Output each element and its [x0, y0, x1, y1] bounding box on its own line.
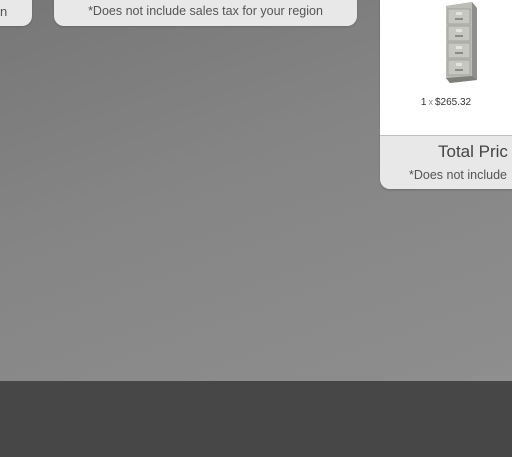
product-quantity: 1: [420, 97, 427, 108]
bottom-toolbar: [0, 381, 512, 457]
cart-card-right[interactable]: 1 x $265.32 Total Pric *Does not include: [380, 0, 512, 189]
file-cabinet-icon: [446, 2, 477, 83]
product-price: $265.32: [434, 97, 472, 108]
product-quantity-price: 1 x $265.32: [380, 97, 512, 108]
total-tax-note: *Does not include: [409, 168, 507, 182]
card-total-footer: Total Pric *Does not include: [380, 136, 512, 189]
cart-card-left: n: [0, 0, 32, 26]
total-price-label: Total Pric: [438, 142, 508, 161]
cart-carousel-area: n *Does not include sales tax for your r…: [0, 0, 512, 381]
product-area: 1 x $265.32: [380, 0, 512, 136]
card-left-text-fragment: n: [0, 4, 8, 19]
sales-tax-note: *Does not include sales tax for your reg…: [88, 4, 323, 18]
times-symbol: x: [428, 97, 433, 107]
cart-card-middle-footer: *Does not include sales tax for your reg…: [54, 0, 357, 26]
